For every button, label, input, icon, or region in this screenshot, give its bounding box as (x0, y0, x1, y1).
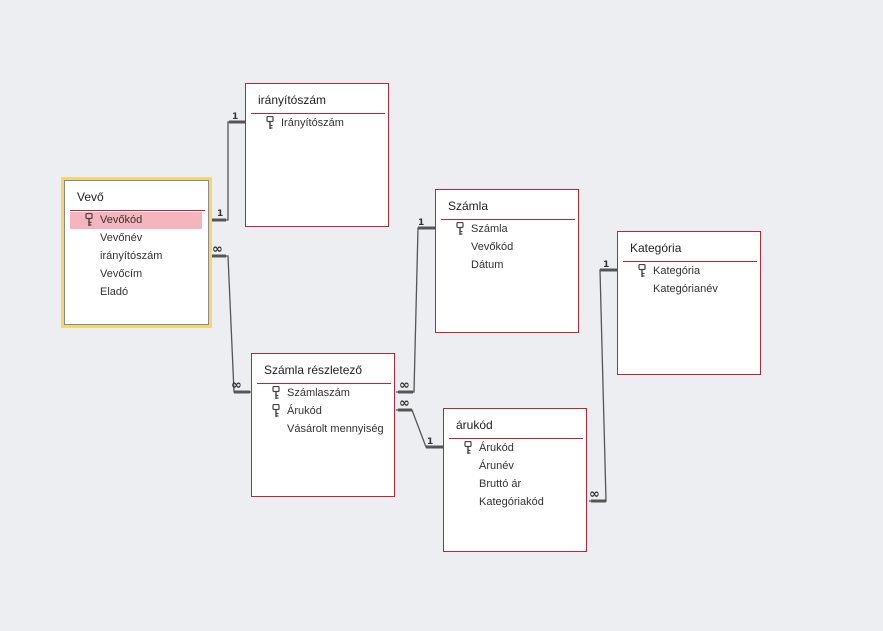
rel-one-label: 1 (232, 112, 238, 122)
key-icon (272, 404, 280, 417)
table-title: Számla (448, 199, 489, 213)
field-name: Dátum (471, 259, 504, 271)
table-szamla[interactable]: Számla Számla Vevőkód Dátum (435, 189, 579, 333)
field-name: Irányítószám (281, 117, 344, 129)
table-arukod[interactable]: árukód Árukód Árunév Bruttó ár Kategória… (443, 408, 587, 552)
field-row[interactable]: Kategóriakód (449, 494, 580, 511)
table-title: Kategória (630, 241, 682, 255)
field-row[interactable]: irányítószám (70, 248, 202, 265)
relationships-canvas[interactable]: 1 1 ∞ ∞ 1 ∞ ∞ 1 ∞ 1 Vevő Vevőkód Vevőnév… (0, 0, 883, 631)
table-title: irányítószám (258, 93, 327, 107)
field-row[interactable]: Árukód (257, 403, 388, 420)
field-row[interactable]: Irányítószám (251, 115, 382, 132)
field-name: Számla (471, 223, 508, 235)
relationship-szamla-szamlareszletezo[interactable]: 1 ∞ (396, 218, 435, 394)
field-row[interactable]: Számlaszám (257, 385, 388, 402)
field-name: Kategórianév (653, 283, 718, 295)
title-divider (251, 113, 385, 114)
key-icon (266, 116, 274, 129)
key-icon (464, 441, 472, 454)
field-name: Vevőcím (100, 268, 143, 280)
field-name: Bruttó ár (479, 478, 522, 490)
table-kategoria[interactable]: Kategória Kategória Kategórianév (617, 231, 761, 375)
field-name: Eladó (100, 286, 129, 298)
field-name: Vásárolt mennyiség (287, 423, 384, 435)
title-divider (449, 438, 583, 439)
table-szamla-reszletezo[interactable]: Számla részletező Számlaszám Árukód Vásá… (251, 353, 395, 497)
key-icon (272, 386, 280, 399)
key-icon (85, 213, 93, 226)
rel-many-label: ∞ (399, 378, 410, 393)
rel-one-label: 1 (603, 260, 609, 270)
field-name: irányítószám (100, 250, 163, 262)
title-divider (257, 383, 391, 384)
rel-many-label: ∞ (212, 242, 223, 257)
field-row[interactable]: Kategória (623, 263, 754, 280)
field-name: Vevőkód (100, 214, 143, 226)
field-row[interactable]: Dátum (441, 257, 572, 274)
field-row[interactable]: Árunév (449, 458, 580, 475)
field-row[interactable]: Vevőcím (70, 266, 202, 283)
title-divider (70, 210, 205, 211)
field-name: Vevőnév (100, 232, 143, 244)
table-title: árukód (456, 418, 493, 432)
field-name: Árunév (479, 460, 514, 472)
field-row[interactable]: Vevőkód (70, 212, 202, 229)
field-row[interactable]: Árukód (449, 440, 580, 457)
field-name: Kategóriakód (479, 496, 544, 508)
rel-many-label: ∞ (399, 396, 410, 411)
table-iranyitoszam[interactable]: irányítószám Irányítószám (245, 83, 389, 227)
key-icon (456, 222, 464, 235)
title-divider (441, 219, 575, 220)
rel-one-label: 1 (418, 218, 424, 228)
relationship-vevo-szamlareszletezo[interactable]: ∞ ∞ (212, 242, 251, 394)
relationship-szamlareszletezo-arukod[interactable]: ∞ 1 (396, 396, 443, 449)
relationship-arukod-kategoria[interactable]: ∞ 1 (589, 260, 617, 503)
field-name: Árukód (479, 442, 514, 454)
relationship-vevo-iranyitoszam[interactable]: 1 1 (212, 112, 245, 222)
field-row[interactable]: Bruttó ár (449, 476, 580, 493)
field-row[interactable]: Vevőnév (70, 230, 202, 247)
table-title: Számla részletező (264, 363, 363, 377)
field-row[interactable]: Vevőkód (441, 239, 572, 256)
field-name: Kategória (653, 265, 701, 277)
table-vevo[interactable]: Vevő Vevőkód Vevőnév irányítószám Vevőcí… (64, 180, 209, 325)
rel-one-label: 1 (217, 209, 223, 219)
rel-many-label: ∞ (231, 378, 242, 393)
rel-many-label: ∞ (589, 487, 600, 502)
title-divider (623, 261, 757, 262)
field-name: Számlaszám (287, 387, 350, 399)
table-title: Vevő (77, 190, 104, 204)
rel-one-label: 1 (427, 437, 433, 447)
key-icon (638, 264, 646, 277)
field-row[interactable]: Kategórianév (623, 281, 754, 298)
field-row[interactable]: Számla (441, 221, 572, 238)
field-name: Árukód (287, 405, 322, 417)
field-name: Vevőkód (471, 241, 514, 253)
field-row[interactable]: Vásárolt mennyiség (257, 421, 388, 438)
field-row[interactable]: Eladó (70, 284, 202, 301)
